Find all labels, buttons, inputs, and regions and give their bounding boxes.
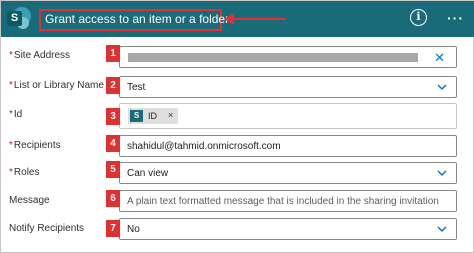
roles-dropdown[interactable]: Can view <box>119 162 457 184</box>
dynamic-content-token[interactable]: S ID × <box>128 108 178 124</box>
annotation-arrow-icon <box>224 13 286 25</box>
field-row-list-name: *List or Library Name Test 2 <box>1 73 474 99</box>
recipients-value: shahidul@tahmid.onmicrosoft.com <box>127 141 281 152</box>
annotation-number: 4 <box>106 135 120 152</box>
annotation-number: 7 <box>106 220 120 237</box>
recipients-input[interactable]: shahidul@tahmid.onmicrosoft.com <box>119 135 457 157</box>
notify-value: No <box>127 224 140 235</box>
remove-token-icon[interactable]: × <box>168 110 173 120</box>
token-label: ID <box>148 111 157 121</box>
action-title: Grant access to an item or a folder <box>45 12 230 26</box>
field-row-message: Message A plain text formatted message t… <box>1 188 474 214</box>
clear-icon[interactable]: ✕ <box>434 51 445 64</box>
message-input[interactable]: A plain text formatted message that is i… <box>119 190 457 212</box>
sharepoint-logo-icon: S <box>7 7 31 31</box>
chevron-down-icon[interactable] <box>437 168 447 178</box>
site-address-input[interactable]: ✕ <box>119 46 457 68</box>
list-name-label: *List or Library Name <box>9 80 104 91</box>
annotation-number: 3 <box>106 108 120 125</box>
chevron-down-icon[interactable] <box>437 224 447 234</box>
annotation-number: 6 <box>106 190 120 207</box>
info-icon[interactable]: i <box>410 9 427 26</box>
action-header[interactable]: S Grant access to an item or a folder i … <box>1 1 474 37</box>
message-placeholder: A plain text formatted message that is i… <box>127 196 439 207</box>
roles-value: Can view <box>127 168 169 179</box>
more-options-icon[interactable]: ··· <box>447 10 464 26</box>
site-address-label: *Site Address <box>9 50 71 61</box>
action-card: S Grant access to an item or a folder i … <box>0 0 474 253</box>
field-row-id: *Id S ID × 3 <box>1 101 474 131</box>
redacted-value <box>128 53 418 62</box>
field-row-roles: *Roles Can view 5 <box>1 160 474 186</box>
list-name-dropdown[interactable]: Test <box>119 76 457 98</box>
annotation-number: 1 <box>106 45 120 62</box>
roles-label: *Roles <box>9 167 40 178</box>
notify-dropdown[interactable]: No <box>119 218 457 240</box>
field-row-recipients: *Recipients shahidul@tahmid.onmicrosoft.… <box>1 133 474 159</box>
list-name-value: Test <box>127 82 146 93</box>
recipients-label: *Recipients <box>9 140 61 151</box>
field-row-notify: Notify Recipients No 7 <box>1 216 474 242</box>
annotation-number: 5 <box>106 161 120 178</box>
id-input[interactable]: S ID × <box>119 103 457 129</box>
sharepoint-token-icon: S <box>130 110 143 122</box>
id-label: *Id <box>9 109 23 120</box>
field-row-site-address: *Site Address ✕ 1 <box>1 43 474 69</box>
notify-label: Notify Recipients <box>9 223 85 234</box>
chevron-down-icon[interactable] <box>437 82 447 92</box>
message-label: Message <box>9 195 50 206</box>
annotation-number: 2 <box>106 77 120 94</box>
